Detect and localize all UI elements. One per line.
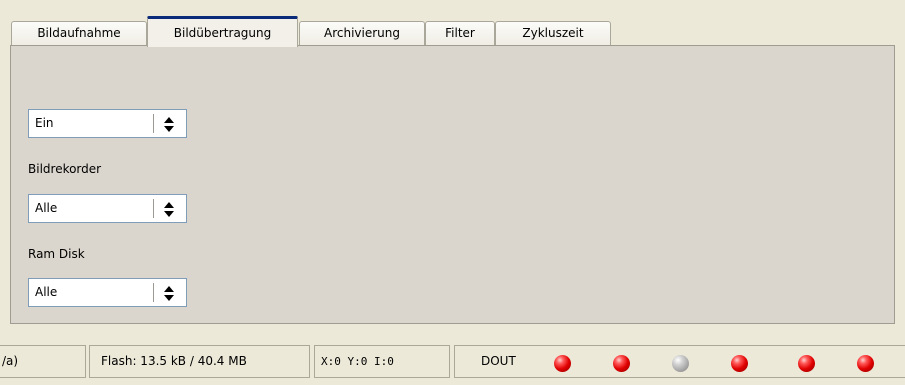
tab-bilduebertragung[interactable]: Bildübertragung bbox=[147, 16, 298, 47]
status-left-cell: /a) bbox=[0, 345, 86, 378]
bildrekorder-label: Bildrekorder bbox=[28, 162, 102, 176]
dout-led-4 bbox=[731, 355, 748, 372]
select-value: Ein bbox=[35, 116, 54, 130]
dout-led-1 bbox=[554, 355, 571, 372]
select-divider bbox=[153, 114, 154, 133]
ram-disk-select[interactable]: Alle bbox=[28, 278, 187, 307]
dout-led-3 bbox=[672, 355, 689, 372]
status-bar: /a) Flash: 13.5 kB / 40.4 MB X:0 Y:0 I:0… bbox=[0, 339, 905, 385]
coords-status: X:0 Y:0 I:0 bbox=[314, 345, 450, 378]
tab-bar: Bildaufnahme Bildübertragung Archivierun… bbox=[0, 0, 905, 47]
dout-label: DOUT bbox=[481, 354, 516, 368]
transfer-mode-select[interactable]: Ein bbox=[28, 109, 187, 138]
tab-filter[interactable]: Filter bbox=[425, 21, 495, 45]
dout-led-6 bbox=[857, 355, 874, 372]
updown-arrows-icon bbox=[164, 117, 174, 132]
tab-label: Archivierung bbox=[324, 26, 400, 40]
flash-status: Flash: 13.5 kB / 40.4 MB bbox=[89, 345, 310, 378]
status-left-text: /a) bbox=[2, 354, 19, 368]
tab-label: Filter bbox=[445, 26, 475, 40]
ram-disk-label: Ram Disk bbox=[28, 247, 85, 261]
tab-label: Bildübertragung bbox=[173, 26, 272, 40]
updown-arrows-icon bbox=[164, 202, 174, 217]
flash-text: Flash: 13.5 kB / 40.4 MB bbox=[101, 354, 247, 368]
tab-zykluszeit[interactable]: Zykluszeit bbox=[495, 21, 611, 45]
dout-led-5 bbox=[798, 355, 815, 372]
select-divider bbox=[153, 199, 154, 218]
updown-arrows-icon bbox=[164, 286, 174, 301]
tab-label: Bildaufnahme bbox=[37, 26, 121, 40]
select-value: Alle bbox=[35, 201, 58, 215]
bildrekorder-select[interactable]: Alle bbox=[28, 194, 187, 223]
tab-archivierung[interactable]: Archivierung bbox=[299, 21, 425, 45]
select-value: Alle bbox=[35, 285, 58, 299]
tab-label: Zykluszeit bbox=[522, 26, 584, 40]
coords-text: X:0 Y:0 I:0 bbox=[321, 355, 394, 368]
dout-led-2 bbox=[613, 355, 630, 372]
select-divider bbox=[153, 283, 154, 302]
tab-bildaufnahme[interactable]: Bildaufnahme bbox=[11, 21, 147, 45]
